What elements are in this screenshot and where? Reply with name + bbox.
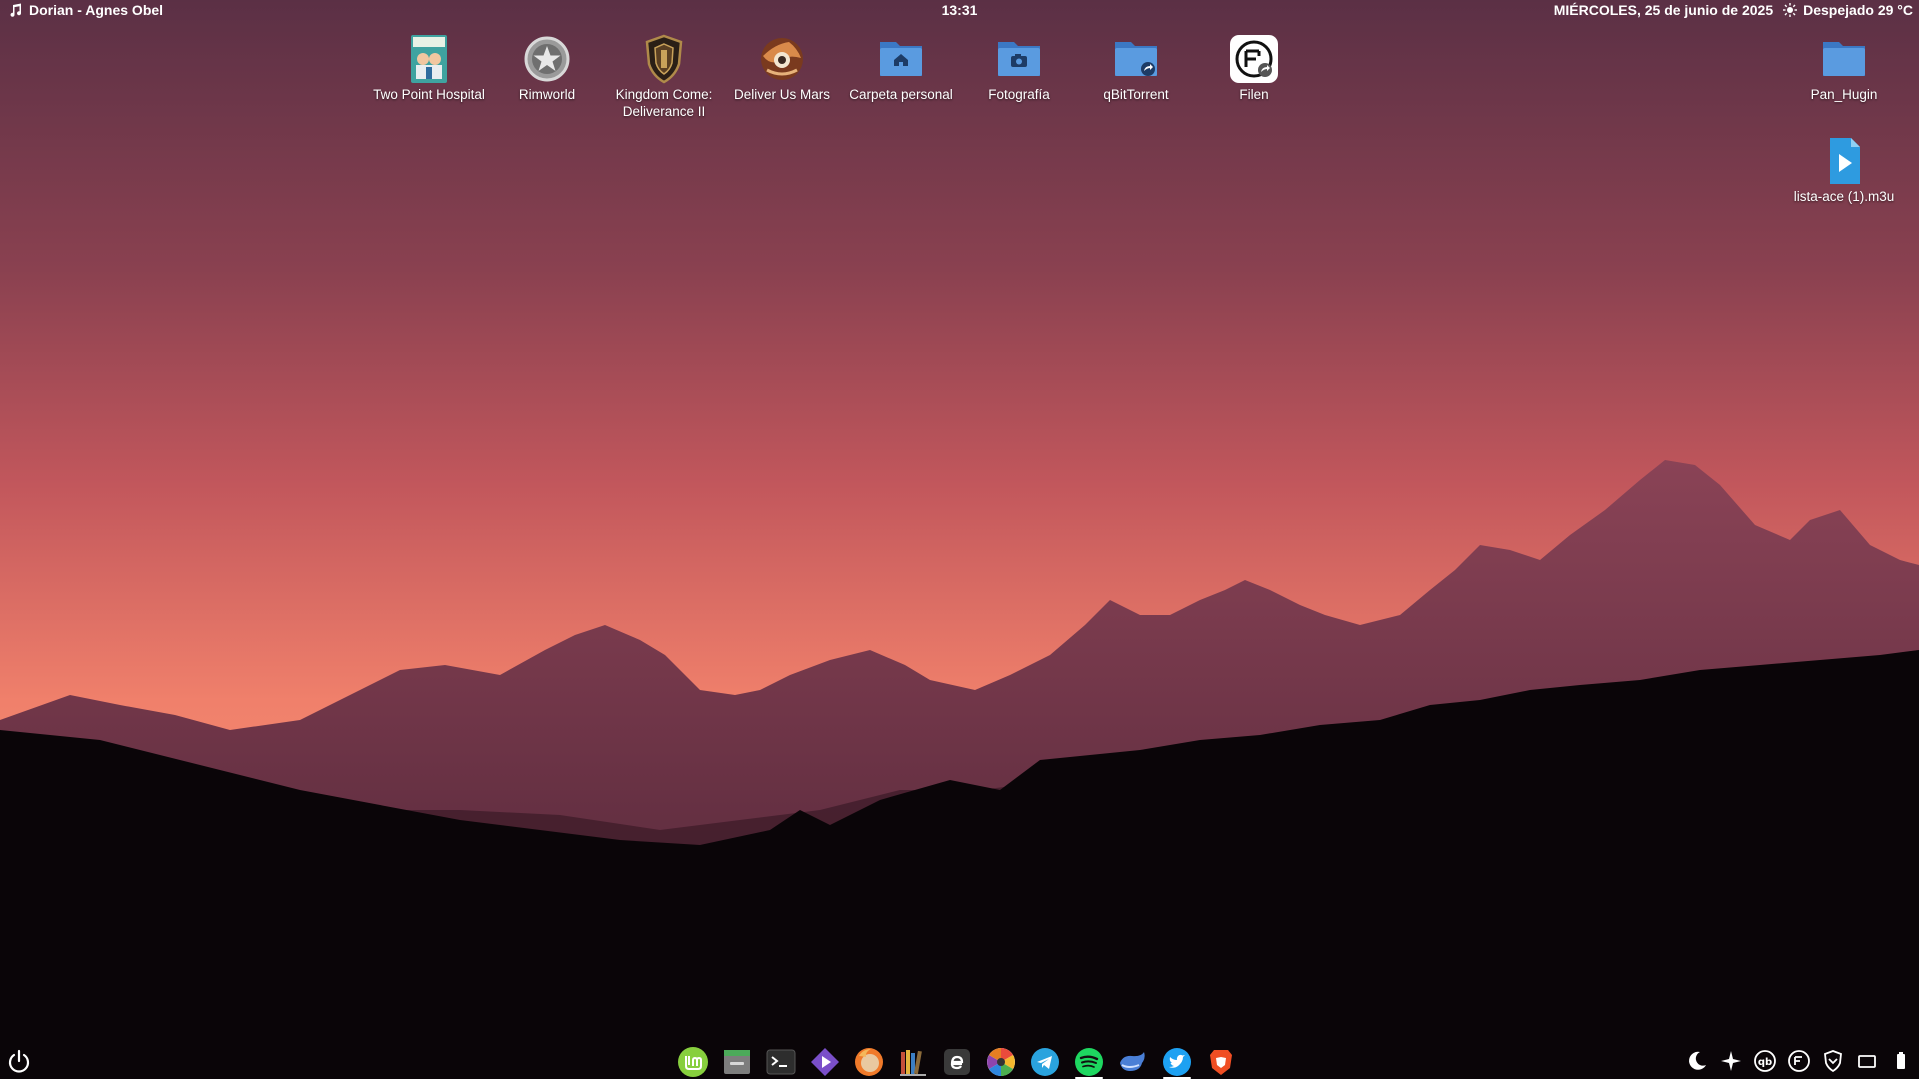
- home-folder-icon: [876, 34, 926, 84]
- desktop-icon-fotografia[interactable]: Fotografía: [960, 34, 1078, 103]
- dock-item-files[interactable]: [719, 1045, 755, 1079]
- power-icon[interactable]: [6, 1049, 32, 1075]
- dock: [675, 1045, 1239, 1079]
- dock-item-terminal[interactable]: [763, 1045, 799, 1079]
- dock-item-brave[interactable]: [1203, 1045, 1239, 1079]
- dock-item-twitter[interactable]: [1159, 1045, 1195, 1079]
- icon-label: Kingdom Come: Deliverance II: [615, 87, 713, 119]
- desktop-icon-qbittorrent[interactable]: qBitTorrent: [1077, 34, 1195, 103]
- twitter-icon: [1163, 1048, 1191, 1076]
- photos-icon: [987, 1048, 1015, 1076]
- tray-filen[interactable]: [1787, 1049, 1811, 1073]
- desktop-icon-filen[interactable]: Filen: [1195, 34, 1313, 103]
- dock-item-firefox[interactable]: [851, 1045, 887, 1079]
- linux-mint-icon: [678, 1047, 708, 1077]
- battery-icon: [1897, 1052, 1905, 1069]
- desktop-icon-two-point-hospital[interactable]: Two Point Hospital: [370, 34, 488, 103]
- camera-folder-icon: [994, 34, 1044, 84]
- tray-night-mode[interactable]: [1685, 1049, 1709, 1073]
- desktop-icon-pan-hugin[interactable]: Pan_Hugin: [1785, 34, 1903, 103]
- tray-screen[interactable]: [1855, 1049, 1879, 1073]
- desktop-icon-deliver-us-mars[interactable]: Deliver Us Mars: [723, 34, 841, 103]
- telegram-icon: [1031, 1048, 1059, 1076]
- shared-folder-icon: [1111, 34, 1161, 84]
- filen-icon: [1229, 34, 1279, 84]
- dock-item-media-player[interactable]: [807, 1045, 843, 1079]
- dock-item-linux-mint[interactable]: [675, 1045, 711, 1079]
- dock-item-whale[interactable]: [1115, 1045, 1151, 1079]
- icon-label: qBitTorrent: [1103, 87, 1169, 102]
- spotify-icon: [1075, 1048, 1103, 1076]
- night-mode-icon: [1689, 1051, 1706, 1070]
- icon-label: Filen: [1239, 87, 1269, 102]
- dock-item-ebook[interactable]: [939, 1045, 975, 1079]
- qbittorrent-tray-icon: qb: [1754, 1050, 1776, 1072]
- rimworld-star-icon: [522, 34, 572, 84]
- folder-icon: [1819, 34, 1869, 84]
- icon-label: Two Point Hospital: [373, 87, 485, 102]
- dock-item-library[interactable]: [895, 1045, 931, 1079]
- desktop-wallpaper: [0, 0, 1919, 1079]
- library-icon: [900, 1050, 926, 1076]
- brave-icon: [1210, 1050, 1232, 1075]
- playlist-file-icon: [1819, 136, 1869, 186]
- game-cover-icon: [404, 34, 454, 84]
- weather-text: Despejado 29 °C: [1803, 2, 1913, 18]
- media-player-icon: [811, 1048, 839, 1076]
- svg-text:qb: qb: [1758, 1057, 1772, 1068]
- filen-tray-icon: [1788, 1050, 1810, 1072]
- tray-battery[interactable]: [1889, 1049, 1913, 1073]
- desktop-icon-carpeta-personal[interactable]: Carpeta personal: [842, 34, 960, 103]
- vpn-shield-icon: [1824, 1050, 1842, 1073]
- dock-item-spotify[interactable]: [1071, 1045, 1107, 1079]
- icon-label: Deliver Us Mars: [733, 87, 830, 102]
- icon-label: Fotografía: [988, 87, 1050, 102]
- files-icon: [724, 1050, 750, 1074]
- tray-brightness[interactable]: [1719, 1049, 1743, 1073]
- dock-item-photos[interactable]: [983, 1045, 1019, 1079]
- firefox-icon: [855, 1048, 883, 1076]
- whale-icon: [1120, 1052, 1145, 1071]
- weather-widget[interactable]: Despejado 29 °C: [1783, 2, 1913, 18]
- tray-qbittorrent[interactable]: qb: [1753, 1049, 1777, 1073]
- date-text[interactable]: MIÉRCOLES, 25 de junio de 2025: [1554, 2, 1773, 18]
- desktop-icon-rimworld[interactable]: Rimworld: [488, 34, 606, 103]
- desktop-icon-kingdom-come[interactable]: Kingdom Come: Deliverance II: [605, 34, 723, 120]
- system-tray: qb: [1685, 1049, 1913, 1073]
- terminal-icon: [766, 1049, 796, 1075]
- sun-icon: [1783, 3, 1798, 17]
- shield-crest-icon: [639, 34, 689, 84]
- brightness-icon: [1721, 1051, 1741, 1071]
- icon-label: lista-ace (1).m3u: [1793, 189, 1895, 204]
- screen-icon: [1858, 1055, 1876, 1068]
- desktop-icon-lista-ace[interactable]: lista-ace (1).m3u: [1785, 136, 1903, 205]
- icon-label: Pan_Hugin: [1810, 87, 1878, 102]
- icon-label: Rimworld: [518, 87, 576, 102]
- tray-vpn[interactable]: [1821, 1049, 1845, 1073]
- top-panel: Dorian - Agnes Obel 13:31 MIÉRCOLES, 25 …: [0, 0, 1919, 22]
- icon-label: Carpeta personal: [849, 87, 953, 102]
- dock-item-telegram[interactable]: [1027, 1045, 1063, 1079]
- deliver-us-mars-icon: [757, 34, 807, 84]
- clock[interactable]: 13:31: [942, 2, 978, 18]
- ebook-icon: [944, 1049, 970, 1075]
